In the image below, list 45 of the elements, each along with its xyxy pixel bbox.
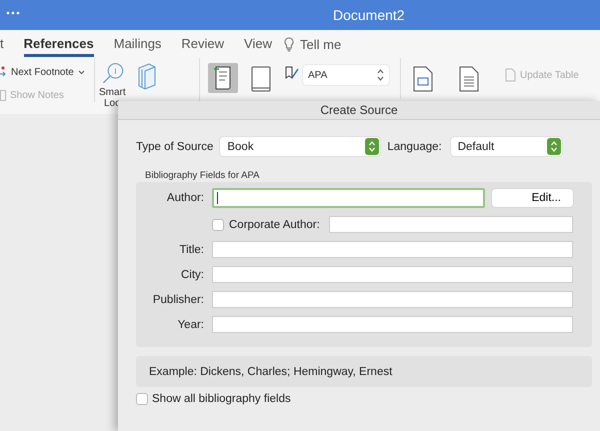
stepper-icon[interactable] <box>546 138 561 155</box>
show-all-checkbox[interactable] <box>136 393 148 405</box>
style-dropdown[interactable]: APA <box>303 65 389 85</box>
field-label: City: <box>180 268 205 280</box>
field-label: Publisher: <box>152 294 205 306</box>
lightbulb-icon <box>284 36 294 52</box>
more-icon[interactable] <box>6 11 20 15</box>
stepper-icon <box>377 69 384 81</box>
author-field[interactable] <box>212 188 485 208</box>
type-of-source-select[interactable]: Book <box>220 137 380 156</box>
ribbon-tab[interactable]: t <box>0 32 4 56</box>
field-label: Title: <box>178 244 205 256</box>
ribbon-tab[interactable]: Mailings <box>114 32 162 56</box>
tell-me-search[interactable]: Tell me <box>300 36 342 52</box>
ribbon-tab[interactable]: View <box>244 32 272 56</box>
checkbox-label: Show all bibliography fields <box>152 393 291 405</box>
insert-citation-icon[interactable] <box>208 63 238 93</box>
group-title: Bibliography Fields for APA <box>145 170 260 181</box>
style-icon <box>284 65 300 81</box>
example-text: Example: Dickens, Charles; Hemingway, Ernest <box>149 366 392 378</box>
dialog-title: Create Source <box>118 101 600 120</box>
text-field[interactable] <box>212 266 573 283</box>
ribbon-tab[interactable]: Review <box>181 32 224 56</box>
text-field[interactable] <box>212 241 573 258</box>
field-label: Corporate Author: <box>229 218 320 230</box>
corporate-author-field[interactable] <box>328 216 573 233</box>
next-footnote-button[interactable]: Next Footnote <box>0 66 85 78</box>
language-select[interactable]: Default <box>450 137 562 156</box>
footnote-arrow-icon <box>0 66 7 78</box>
notes-icon <box>0 90 6 101</box>
text-field[interactable] <box>212 316 573 333</box>
field-label: Author: <box>166 192 205 204</box>
magnifier-icon <box>101 62 126 86</box>
edit-button[interactable]: Edit... <box>492 189 573 207</box>
document-image-icon[interactable] <box>413 66 433 92</box>
window-title: Document2 <box>333 7 405 23</box>
language-label: Language: <box>387 140 442 152</box>
text-field[interactable] <box>212 291 573 308</box>
document-icon <box>505 68 516 82</box>
field-label: Year: <box>176 318 205 330</box>
type-of-source-label: Type of Source <box>136 140 214 152</box>
stepper-icon[interactable] <box>365 138 380 155</box>
chevron-down-icon <box>78 70 85 74</box>
corporate-author-checkbox[interactable] <box>212 218 224 230</box>
document-list-icon[interactable] <box>459 66 479 92</box>
